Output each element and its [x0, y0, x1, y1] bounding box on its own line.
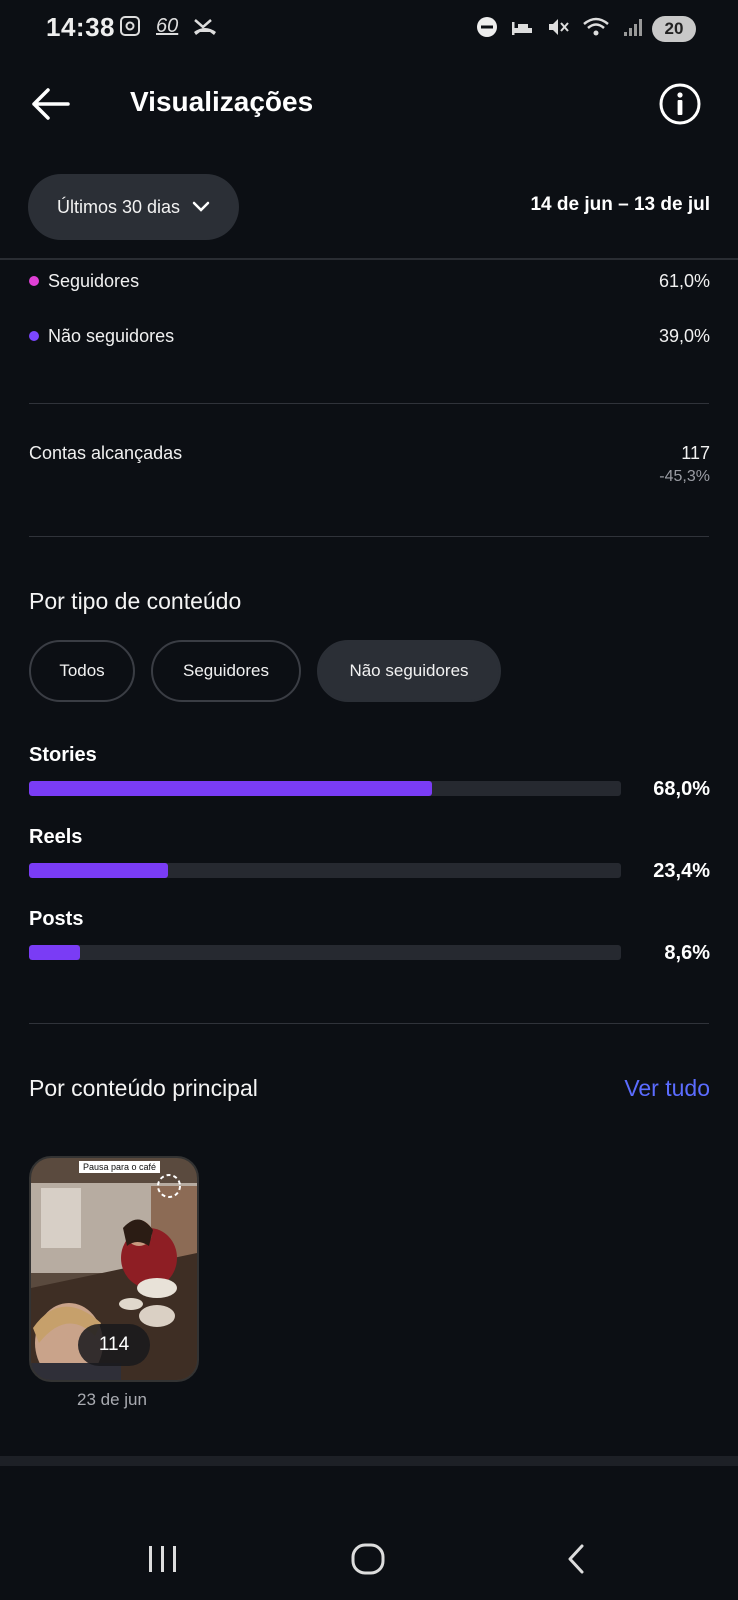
- home-button[interactable]: [349, 1540, 389, 1580]
- non-followers-dot: [29, 331, 39, 341]
- section-divider: [29, 403, 709, 404]
- info-icon: [659, 83, 701, 125]
- dnd-icon: [477, 17, 497, 37]
- top-content-title: Por conteúdo principal: [29, 1075, 258, 1101]
- section-divider: [29, 1023, 709, 1024]
- back-button[interactable]: [28, 82, 72, 126]
- wifi-icon: [583, 17, 609, 36]
- chip-followers[interactable]: Seguidores: [151, 640, 301, 702]
- accounts-reached-change: -45,3%: [659, 468, 710, 485]
- followers-dot: [29, 276, 39, 286]
- content-date: 23 de jun: [77, 1390, 147, 1409]
- non-followers-value: 39,0%: [658, 325, 710, 346]
- audience-filter-chips: Todos Seguidores Não seguidores: [29, 640, 501, 702]
- bar-pct-posts: 8,6%: [664, 942, 710, 964]
- bar-track-stories: [29, 781, 621, 796]
- arrow-left-icon: [32, 88, 70, 120]
- bar-label-posts: Posts: [29, 908, 84, 930]
- bottom-divider: [0, 1456, 738, 1466]
- mute-icon: [549, 19, 569, 35]
- status-time: 14:38: [46, 12, 115, 42]
- see-all-link[interactable]: Ver tudo: [624, 1075, 710, 1102]
- bar-pct-stories: 68,0%: [653, 778, 710, 800]
- chevron-down-icon: [192, 201, 210, 212]
- bar-fill-stories: [29, 781, 432, 796]
- sixty-hz-label: 60: [156, 14, 179, 37]
- date-range-label: Últimos 30 dias: [56, 196, 181, 217]
- battery-indicator: 20: [652, 16, 696, 42]
- date-range-text: 14 de jun – 13 de jul: [530, 194, 710, 215]
- screenshot-icon: [120, 16, 140, 36]
- date-range-dropdown[interactable]: Últimos 30 dias: [28, 174, 239, 240]
- missed-call-icon: [194, 19, 217, 35]
- recent-apps-button[interactable]: [143, 1540, 183, 1580]
- followers-value: 61,0%: [658, 270, 710, 291]
- info-button[interactable]: [658, 82, 702, 126]
- sleep-mode-icon: [512, 22, 532, 35]
- bar-label-reels: Reels: [29, 826, 83, 848]
- story-sticker: Pausa para o café: [79, 1161, 161, 1173]
- chip-non-followers[interactable]: Não seguidores: [317, 640, 501, 702]
- content-thumbnail[interactable]: Pausa para o café 114: [29, 1156, 199, 1382]
- audience-row-non-followers: Não seguidores 39,0%: [29, 321, 710, 351]
- back-nav-button[interactable]: [558, 1540, 598, 1580]
- view-count-badge: 114: [78, 1324, 150, 1366]
- page-title: Visualizações: [130, 86, 314, 117]
- bar-pct-reels: 23,4%: [653, 860, 710, 882]
- chip-all[interactable]: Todos: [29, 640, 135, 702]
- recent-apps-icon: [149, 1546, 176, 1572]
- home-icon: [351, 1543, 385, 1575]
- bar-fill-reels: [29, 863, 168, 878]
- accounts-reached-value: 117: [681, 443, 710, 463]
- signal-icon: [624, 19, 642, 36]
- non-followers-label: Não seguidores: [48, 325, 175, 346]
- bar-label-stories: Stories: [29, 744, 97, 766]
- header-divider: [0, 258, 738, 260]
- section-divider: [29, 536, 709, 537]
- status-left-icons: 60: [118, 14, 218, 38]
- followers-label: Seguidores: [48, 270, 140, 291]
- bar-track-reels: [29, 863, 621, 878]
- status-right-icons: [476, 16, 644, 38]
- bar-fill-posts: [29, 945, 80, 960]
- chevron-left-icon: [568, 1544, 584, 1574]
- audience-row-followers: Seguidores 61,0%: [29, 266, 710, 296]
- content-type-title: Por tipo de conteúdo: [29, 588, 242, 614]
- accounts-reached-label: Contas alcançadas: [29, 443, 183, 463]
- bar-track-posts: [29, 945, 621, 960]
